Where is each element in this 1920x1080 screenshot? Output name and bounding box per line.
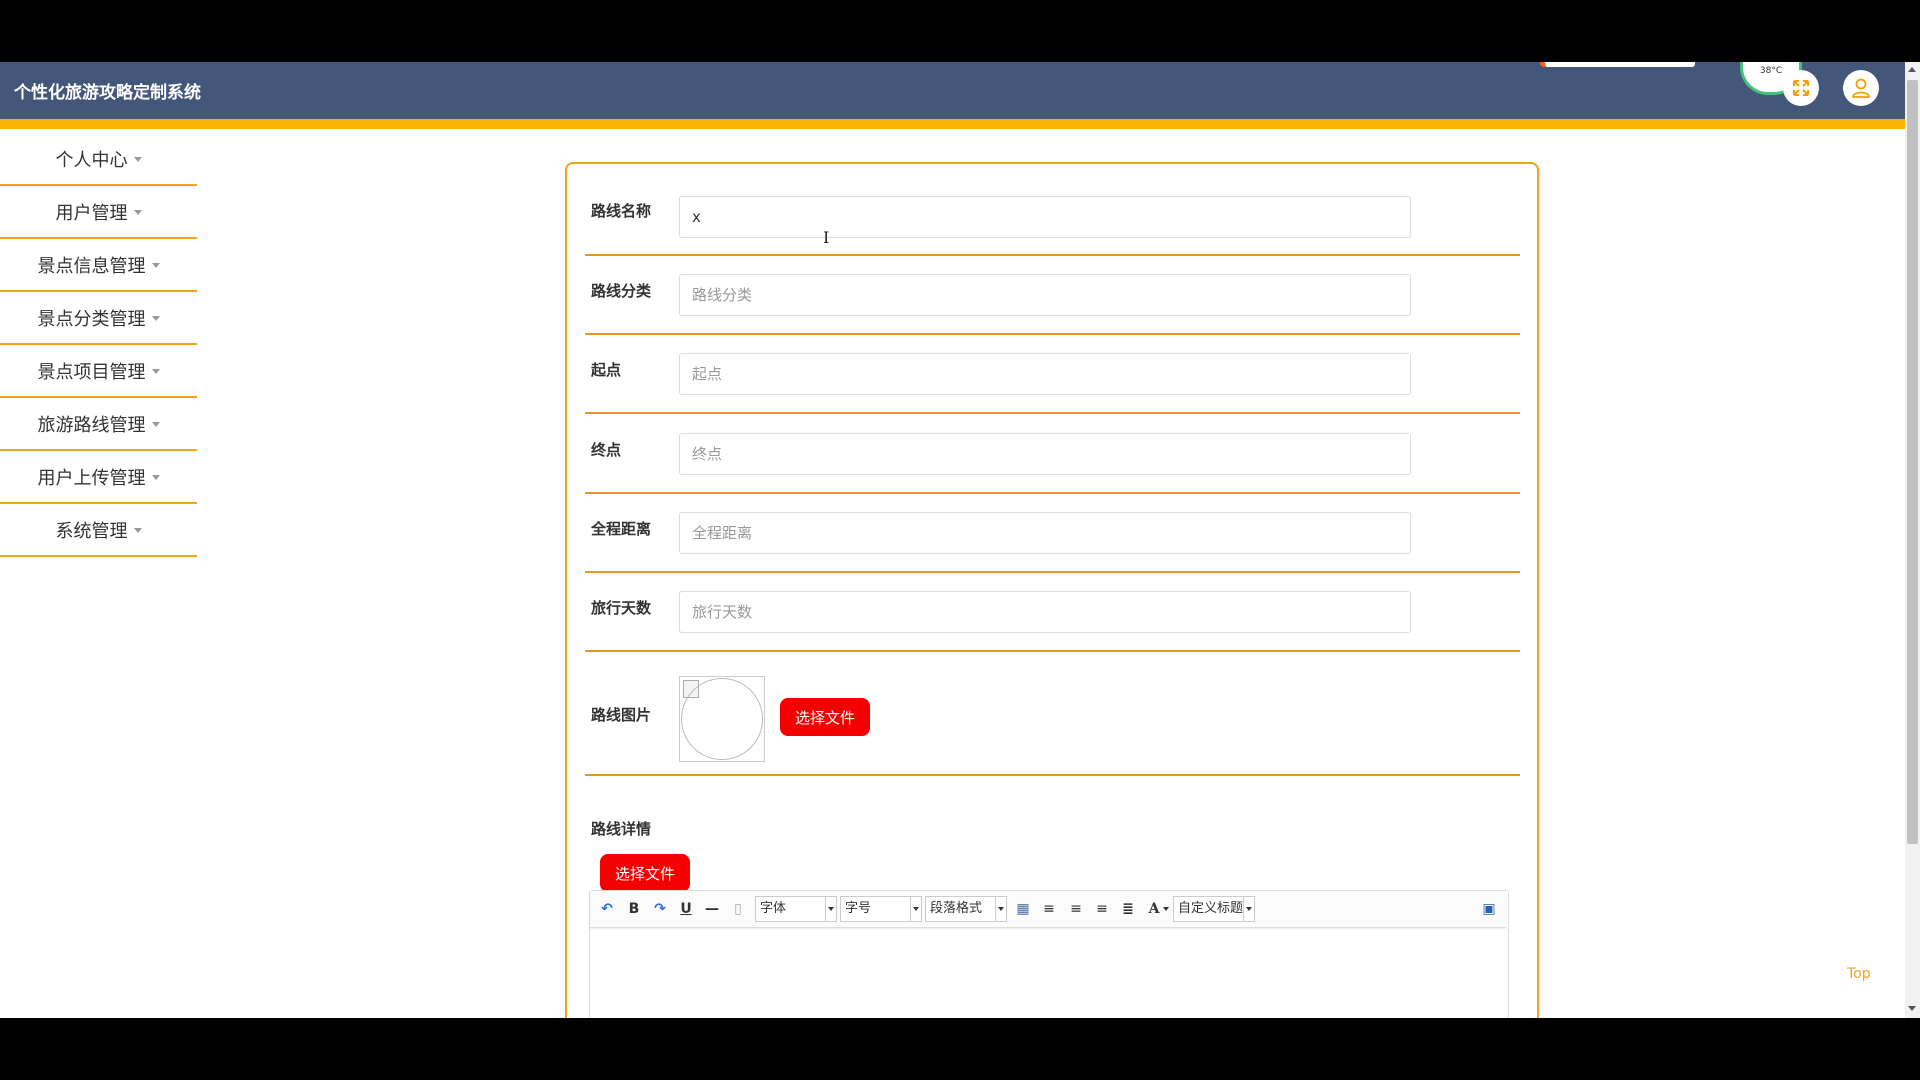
sidebar-item-label: 用户管理 (55, 202, 128, 224)
end-point-row: 终点 (585, 414, 1520, 494)
user-avatar-icon (1852, 78, 1870, 98)
sidebar-item-label: 个人中心 (55, 149, 128, 171)
custom-title-select[interactable]: 自定义标题 (1173, 896, 1255, 922)
dropdown-arrow-icon (825, 897, 836, 921)
route-detail-choose-file-button[interactable]: 选择文件 (600, 854, 690, 892)
rich-text-editor[interactable]: ↶ B ↷ U — ▯ 字体 字号 段落格式 ▦ ≡ ≡ ≡ ≣ A 自定义标题… (589, 890, 1509, 1018)
caret-down-icon (133, 528, 142, 533)
align-right-icon[interactable]: ≡ (1067, 900, 1085, 918)
route-image-choose-file-button[interactable]: 选择文件 (780, 698, 870, 736)
editor-toolbar: ↶ B ↷ U — ▯ 字体 字号 段落格式 ▦ ≡ ≡ ≡ ≣ A 自定义标题… (590, 891, 1506, 928)
start-point-label: 起点 (591, 361, 622, 379)
custom-title-select-label: 自定义标题 (1178, 901, 1244, 916)
paragraph-format-select[interactable]: 段落格式 (925, 896, 1007, 922)
travel-days-row: 旅行天数 (585, 573, 1520, 652)
sidebar-item-label: 景点项目管理 (37, 361, 146, 383)
route-category-row: 路线分类 (585, 256, 1520, 335)
fullscreen-editor-icon[interactable]: ▣ (1480, 900, 1498, 918)
image-placeholder-circle (681, 678, 763, 760)
table-icon[interactable]: ▦ (1014, 900, 1032, 918)
font-color-icon[interactable]: A (1145, 900, 1163, 918)
font-color-dropdown-icon[interactable] (1163, 907, 1169, 911)
app-screen: 个性化旅游攻略定制系统 38°C 个人中心 用户管理 景点信息管理 景点分类管理… (0, 62, 1920, 1018)
caret-down-icon (151, 475, 160, 480)
sidebar-item-label: 旅游路线管理 (37, 414, 146, 436)
end-point-label: 终点 (591, 441, 622, 459)
route-category-input[interactable] (679, 274, 1411, 316)
total-distance-input[interactable] (679, 512, 1411, 554)
align-justify-icon[interactable]: ≣ (1119, 900, 1137, 918)
sidebar-item-travel-route[interactable]: 旅游路线管理 (0, 398, 197, 451)
total-distance-label: 全程距离 (591, 520, 652, 538)
sidebar-item-user-management[interactable]: 用户管理 (0, 186, 197, 239)
sidebar-item-label: 景点分类管理 (37, 308, 146, 330)
sidebar-item-label: 系统管理 (55, 520, 128, 542)
align-center-icon[interactable]: ≡ (1093, 900, 1111, 918)
start-point-input[interactable] (679, 353, 1411, 395)
editor-content-area[interactable] (590, 928, 1506, 1018)
scrollbar-thumb[interactable] (1907, 80, 1918, 844)
back-to-top-link[interactable]: Top (1847, 966, 1871, 982)
sidebar-item-user-upload[interactable]: 用户上传管理 (0, 451, 197, 504)
total-distance-row: 全程距离 (585, 494, 1520, 573)
dropdown-arrow-icon (995, 897, 1006, 921)
page-icon[interactable]: ▯ (729, 900, 747, 918)
travel-days-label: 旅行天数 (591, 599, 652, 617)
fullscreen-icon[interactable] (1783, 70, 1819, 106)
route-image-row: 路线图片 选择文件 (585, 652, 1520, 776)
route-detail-label: 路线详情 (591, 820, 652, 838)
scroll-down-icon[interactable] (1908, 1006, 1916, 1011)
font-family-select[interactable]: 字体 (755, 896, 837, 922)
sidebar: 个人中心 用户管理 景点信息管理 景点分类管理 景点项目管理 旅游路线管理 用户… (0, 133, 197, 557)
route-image-label: 路线图片 (591, 706, 652, 724)
sidebar-item-personal-center[interactable]: 个人中心 (0, 133, 197, 186)
route-image-preview (679, 676, 765, 762)
caret-down-icon (133, 157, 142, 162)
text-cursor-icon: I (823, 228, 830, 247)
route-name-label: 路线名称 (591, 202, 652, 220)
expand-arrows-icon (1793, 80, 1809, 96)
undo-icon[interactable]: ↶ (598, 900, 616, 918)
caret-down-icon (151, 369, 160, 374)
sidebar-item-label: 景点信息管理 (37, 255, 146, 277)
underline-icon[interactable]: U (677, 900, 695, 918)
caret-down-icon (151, 316, 160, 321)
font-family-select-label: 字体 (760, 901, 787, 916)
caret-down-icon (133, 210, 142, 215)
start-point-row: 起点 (585, 335, 1520, 414)
dropdown-arrow-icon (910, 897, 921, 921)
horizontal-rule-icon[interactable]: — (703, 900, 721, 918)
caret-down-icon (151, 422, 160, 427)
sidebar-item-scenic-category[interactable]: 景点分类管理 (0, 292, 197, 345)
font-size-select[interactable]: 字号 (840, 896, 922, 922)
route-category-label: 路线分类 (591, 282, 652, 300)
paragraph-format-select-label: 段落格式 (930, 901, 983, 916)
user-icon[interactable] (1843, 70, 1879, 106)
redo-icon[interactable]: ↷ (651, 900, 669, 918)
caret-down-icon (151, 263, 160, 268)
end-point-input[interactable] (679, 433, 1411, 475)
sidebar-item-label: 用户上传管理 (37, 467, 146, 489)
font-size-select-label: 字号 (845, 901, 872, 916)
route-name-input[interactable] (679, 196, 1411, 238)
travel-days-input[interactable] (679, 591, 1411, 633)
sidebar-item-system[interactable]: 系统管理 (0, 504, 197, 557)
app-title: 个性化旅游攻略定制系统 (14, 83, 201, 103)
top-widget-bar (1545, 62, 1695, 67)
header-accent-strip (0, 119, 1905, 129)
align-left-icon[interactable]: ≡ (1040, 900, 1058, 918)
top-header: 个性化旅游攻略定制系统 38°C (0, 62, 1905, 119)
route-name-row: 路线名称 (585, 164, 1520, 256)
route-form: 路线名称 路线分类 起点 终点 全程距离 旅行天数 路线图片 (565, 162, 1539, 1018)
sidebar-item-scenic-info[interactable]: 景点信息管理 (0, 239, 197, 292)
scroll-up-icon[interactable] (1908, 67, 1916, 72)
dropdown-arrow-icon (1243, 897, 1254, 921)
sidebar-item-scenic-project[interactable]: 景点项目管理 (0, 345, 197, 398)
bold-icon[interactable]: B (625, 900, 643, 918)
